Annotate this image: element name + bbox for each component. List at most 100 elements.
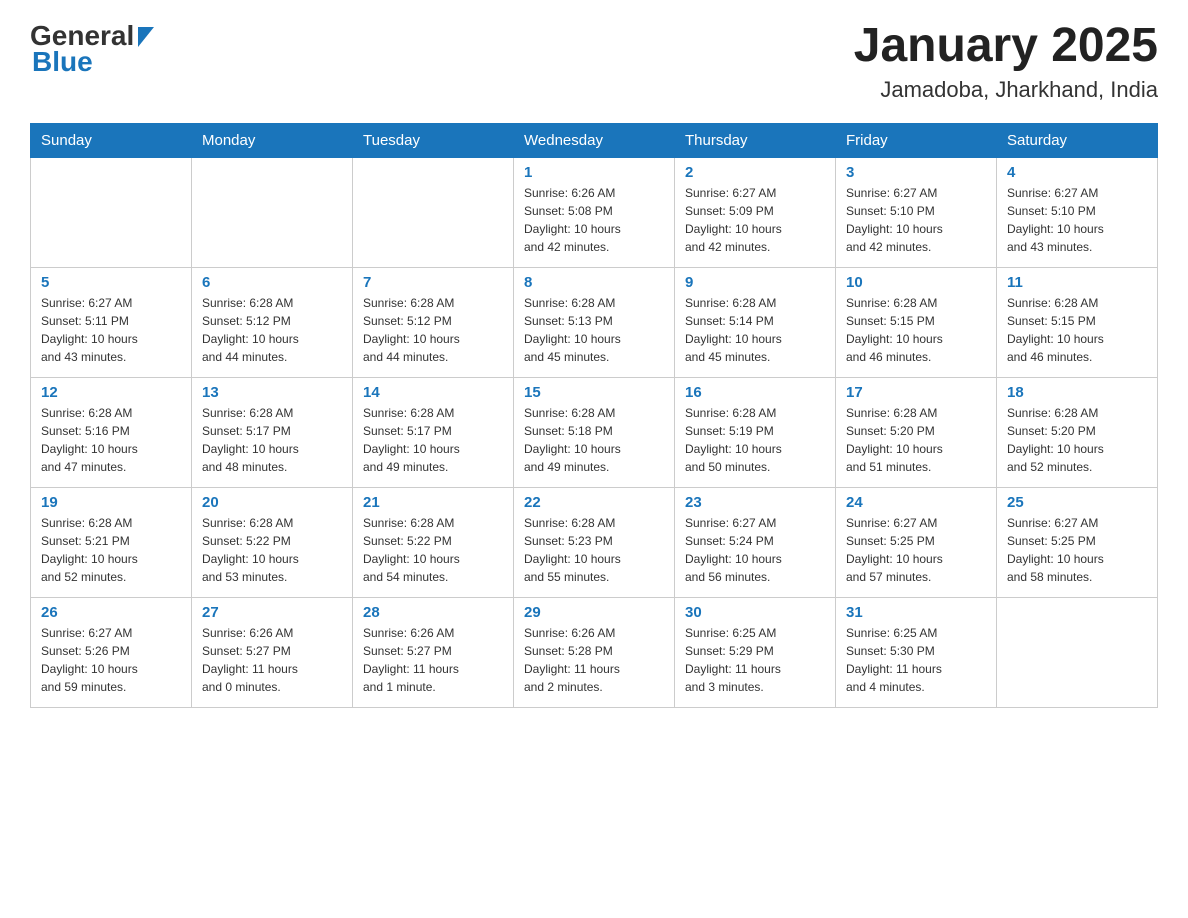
calendar-table: SundayMondayTuesdayWednesdayThursdayFrid… <box>30 123 1158 708</box>
calendar-cell: 25Sunrise: 6:27 AMSunset: 5:25 PMDayligh… <box>997 487 1158 597</box>
day-number: 29 <box>524 604 664 621</box>
day-info: Sunrise: 6:26 AMSunset: 5:28 PMDaylight:… <box>524 624 664 696</box>
calendar-cell: 23 Sunrise: 6:27 AMSunset: 5:24 PMDayligh… <box>675 487 836 597</box>
day-number: 1 <box>524 164 664 181</box>
day-info: Sunrise: 6:28 AMSunset: 5:12 PMDaylight:… <box>202 294 342 366</box>
calendar-cell: 3 Sunrise: 6:27 AMSunset: 5:10 PMDaylight… <box>836 157 997 267</box>
day-info: Sunrise: 6:28 AMSunset: 5:12 PMDaylight:… <box>363 294 503 366</box>
weekday-header-row: SundayMondayTuesdayWednesdayThursdayFrid… <box>31 123 1158 157</box>
calendar-cell: 4 Sunrise: 6:27 AMSunset: 5:10 PMDaylight… <box>997 157 1158 267</box>
calendar-cell: 30Sunrise: 6:25 AMSunset: 5:29 PMDayligh… <box>675 597 836 707</box>
calendar-cell <box>192 157 353 267</box>
day-info: Sunrise: 6:28 AMSunset: 5:22 PMDaylight:… <box>363 514 503 586</box>
calendar-cell: 15 Sunrise: 6:28 AMSunset: 5:18 PMDayligh… <box>514 377 675 487</box>
day-info: Sunrise: 6:28 AMSunset: 5:23 PMDaylight:… <box>524 514 664 586</box>
weekday-header-monday: Monday <box>192 123 353 157</box>
calendar-cell: 7 Sunrise: 6:28 AMSunset: 5:12 PMDaylight… <box>353 267 514 377</box>
day-number: 31 <box>846 604 986 621</box>
calendar-cell: 17 Sunrise: 6:28 AMSunset: 5:20 PMDayligh… <box>836 377 997 487</box>
day-number: 3 <box>846 164 986 181</box>
logo-arrow-icon <box>138 27 154 52</box>
logo: General Blue <box>30 20 154 78</box>
calendar-cell: 19 Sunrise: 6:28 AMSunset: 5:21 PMDayligh… <box>31 487 192 597</box>
calendar-cell <box>31 157 192 267</box>
week-row-3: 12Sunrise: 6:28 AMSunset: 5:16 PMDayligh… <box>31 377 1158 487</box>
calendar-cell: 12Sunrise: 6:28 AMSunset: 5:16 PMDayligh… <box>31 377 192 487</box>
weekday-header-friday: Friday <box>836 123 997 157</box>
day-info: Sunrise: 6:27 AMSunset: 5:26 PMDaylight:… <box>41 624 181 696</box>
day-number: 20 <box>202 494 342 511</box>
day-info: Sunrise: 6:27 AMSunset: 5:11 PMDaylight:… <box>41 294 181 366</box>
day-info: Sunrise: 6:27 AMSunset: 5:10 PMDaylight:… <box>846 184 986 256</box>
logo-blue-text: Blue <box>32 46 93 78</box>
day-number: 15 <box>524 384 664 401</box>
day-info: Sunrise: 6:27 AMSunset: 5:24 PMDaylight:… <box>685 514 825 586</box>
calendar-cell: 2 Sunrise: 6:27 AMSunset: 5:09 PMDaylight… <box>675 157 836 267</box>
day-info: Sunrise: 6:28 AMSunset: 5:20 PMDaylight:… <box>846 404 986 476</box>
day-number: 23 <box>685 494 825 511</box>
day-info: Sunrise: 6:28 AMSunset: 5:19 PMDaylight:… <box>685 404 825 476</box>
calendar-cell: 9 Sunrise: 6:28 AMSunset: 5:14 PMDaylight… <box>675 267 836 377</box>
calendar-cell: 21 Sunrise: 6:28 AMSunset: 5:22 PMDayligh… <box>353 487 514 597</box>
weekday-header-sunday: Sunday <box>31 123 192 157</box>
calendar-cell: 20 Sunrise: 6:28 AMSunset: 5:22 PMDayligh… <box>192 487 353 597</box>
day-number: 24 <box>846 494 986 511</box>
day-info: Sunrise: 6:28 AMSunset: 5:22 PMDaylight:… <box>202 514 342 586</box>
day-info: Sunrise: 6:28 AMSunset: 5:15 PMDaylight:… <box>846 294 986 366</box>
calendar-cell <box>353 157 514 267</box>
calendar-cell: 22 Sunrise: 6:28 AMSunset: 5:23 PMDayligh… <box>514 487 675 597</box>
calendar-cell: 14Sunrise: 6:28 AMSunset: 5:17 PMDayligh… <box>353 377 514 487</box>
day-info: Sunrise: 6:28 AMSunset: 5:21 PMDaylight:… <box>41 514 181 586</box>
calendar-cell: 5Sunrise: 6:27 AMSunset: 5:11 PMDaylight… <box>31 267 192 377</box>
calendar-cell <box>997 597 1158 707</box>
weekday-header-tuesday: Tuesday <box>353 123 514 157</box>
day-info: Sunrise: 6:28 AMSunset: 5:20 PMDaylight:… <box>1007 404 1147 476</box>
day-number: 18 <box>1007 384 1147 401</box>
day-number: 11 <box>1007 274 1147 291</box>
title-section: January 2025 Jamadoba, Jharkhand, India <box>854 20 1158 103</box>
day-number: 8 <box>524 274 664 291</box>
calendar-cell: 29 Sunrise: 6:26 AMSunset: 5:28 PMDayligh… <box>514 597 675 707</box>
weekday-header-wednesday: Wednesday <box>514 123 675 157</box>
day-number: 13 <box>202 384 342 401</box>
day-number: 6 <box>202 274 342 291</box>
calendar-cell: 10Sunrise: 6:28 AMSunset: 5:15 PMDayligh… <box>836 267 997 377</box>
calendar-cell: 26 Sunrise: 6:27 AMSunset: 5:26 PMDayligh… <box>31 597 192 707</box>
day-info: Sunrise: 6:27 AMSunset: 5:10 PMDaylight:… <box>1007 184 1147 256</box>
calendar-cell: 18 Sunrise: 6:28 AMSunset: 5:20 PMDayligh… <box>997 377 1158 487</box>
day-number: 4 <box>1007 164 1147 181</box>
day-number: 17 <box>846 384 986 401</box>
day-info: Sunrise: 6:28 AMSunset: 5:17 PMDaylight:… <box>202 404 342 476</box>
weekday-header-thursday: Thursday <box>675 123 836 157</box>
day-info: Sunrise: 6:28 AMSunset: 5:18 PMDaylight:… <box>524 404 664 476</box>
day-info: Sunrise: 6:28 AMSunset: 5:14 PMDaylight:… <box>685 294 825 366</box>
day-number: 26 <box>41 604 181 621</box>
week-row-4: 19 Sunrise: 6:28 AMSunset: 5:21 PMDayligh… <box>31 487 1158 597</box>
day-number: 9 <box>685 274 825 291</box>
day-number: 30 <box>685 604 825 621</box>
day-info: Sunrise: 6:26 AMSunset: 5:27 PMDaylight:… <box>363 624 503 696</box>
calendar-cell: 13 Sunrise: 6:28 AMSunset: 5:17 PMDayligh… <box>192 377 353 487</box>
day-number: 27 <box>202 604 342 621</box>
month-title: January 2025 <box>854 20 1158 73</box>
calendar-cell: 8 Sunrise: 6:28 AMSunset: 5:13 PMDaylight… <box>514 267 675 377</box>
calendar-cell: 27 Sunrise: 6:26 AMSunset: 5:27 PMDayligh… <box>192 597 353 707</box>
day-number: 19 <box>41 494 181 511</box>
day-number: 7 <box>363 274 503 291</box>
day-info: Sunrise: 6:28 AMSunset: 5:13 PMDaylight:… <box>524 294 664 366</box>
day-info: Sunrise: 6:26 AMSunset: 5:08 PMDaylight:… <box>524 184 664 256</box>
day-number: 21 <box>363 494 503 511</box>
week-row-2: 5Sunrise: 6:27 AMSunset: 5:11 PMDaylight… <box>31 267 1158 377</box>
day-info: Sunrise: 6:26 AMSunset: 5:27 PMDaylight:… <box>202 624 342 696</box>
day-info: Sunrise: 6:27 AMSunset: 5:25 PMDaylight:… <box>846 514 986 586</box>
calendar-cell: 16Sunrise: 6:28 AMSunset: 5:19 PMDayligh… <box>675 377 836 487</box>
calendar-cell: 1 Sunrise: 6:26 AMSunset: 5:08 PMDaylight… <box>514 157 675 267</box>
calendar-cell: 28Sunrise: 6:26 AMSunset: 5:27 PMDayligh… <box>353 597 514 707</box>
day-info: Sunrise: 6:27 AMSunset: 5:09 PMDaylight:… <box>685 184 825 256</box>
day-number: 22 <box>524 494 664 511</box>
page-header: General Blue January 2025 Jamadoba, Jhar… <box>30 20 1158 103</box>
day-info: Sunrise: 6:27 AMSunset: 5:25 PMDaylight:… <box>1007 514 1147 586</box>
week-row-1: 1 Sunrise: 6:26 AMSunset: 5:08 PMDaylight… <box>31 157 1158 267</box>
day-number: 2 <box>685 164 825 181</box>
calendar-cell: 31Sunrise: 6:25 AMSunset: 5:30 PMDayligh… <box>836 597 997 707</box>
